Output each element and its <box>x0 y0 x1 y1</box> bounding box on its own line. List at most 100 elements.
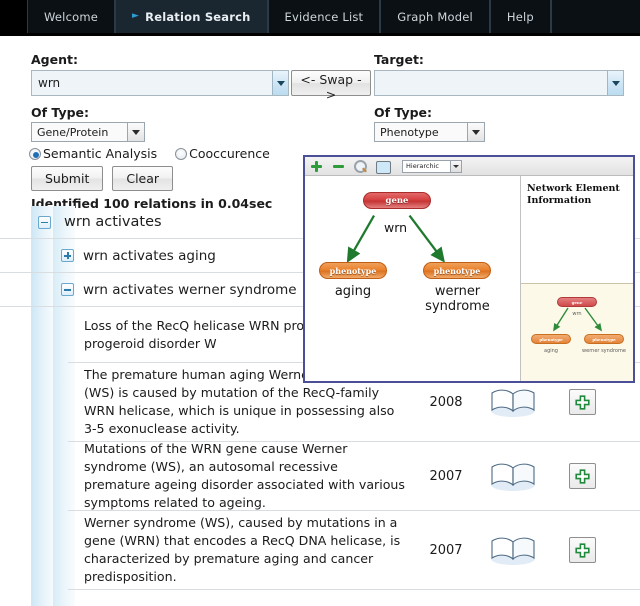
graph-minimap[interactable]: gene wrn phenotype aging phenotype werne… <box>521 283 633 381</box>
main-navigation: Welcome ► Relation Search Evidence List … <box>0 0 640 33</box>
tab-evidence-list-label: Evidence List <box>285 10 364 24</box>
minimap-node-gene: gene <box>557 297 597 307</box>
minimap-node-gene-badge: gene <box>572 300 583 305</box>
application-root: Welcome ► Relation Search Evidence List … <box>0 0 640 606</box>
layout-select-value: Hierarchic <box>406 162 439 170</box>
layout-select[interactable]: Hierarchic <box>402 160 462 173</box>
fit-to-window-icon[interactable] <box>376 160 389 173</box>
minimap-node-aging: phenotype <box>531 334 571 344</box>
target-of-type-label: Of Type: <box>374 105 432 120</box>
table-row[interactable]: Werner syndrome (WS), caused by mutation… <box>68 511 640 590</box>
green-plus-icon <box>575 543 590 558</box>
agent-input[interactable]: wrn <box>32 71 272 95</box>
evidence-text: Werner syndrome (WS), caused by mutation… <box>68 514 418 586</box>
tab-welcome-label: Welcome <box>44 10 98 24</box>
target-dropdown-arrow-icon[interactable] <box>607 71 623 95</box>
analysis-mode-group: Semantic Analysis Cooccurence <box>29 146 270 161</box>
radio-cooccurence-label: Cooccurence <box>189 146 270 161</box>
network-element-info-body <box>521 207 633 283</box>
add-evidence-cell <box>552 463 612 489</box>
tab-relation-search[interactable]: ► Relation Search <box>115 0 268 33</box>
graph-canvas[interactable]: gene wrn phenotype aging phenotype werne… <box>305 176 521 381</box>
open-book-icon[interactable] <box>474 459 552 493</box>
add-evidence-button[interactable] <box>569 463 596 489</box>
evidence-year: 2007 <box>418 543 474 558</box>
add-evidence-cell <box>552 389 612 415</box>
agent-label: Agent: <box>31 52 78 67</box>
graph-body: gene wrn phenotype aging phenotype werne… <box>305 176 633 381</box>
tab-evidence-list[interactable]: Evidence List <box>268 0 381 33</box>
network-element-info-panel: Network Element Information gene <box>521 176 633 381</box>
tree-node-level0-label: wrn activates <box>64 214 162 230</box>
agent-of-type-label: Of Type: <box>31 105 89 120</box>
tab-graph-model-label: Graph Model <box>397 10 473 24</box>
radio-semantic-analysis-dot-icon <box>29 148 41 160</box>
graph-edge-label: wrn <box>384 220 407 235</box>
target-combobox[interactable] <box>374 70 624 96</box>
active-tab-marker-icon: ► <box>132 12 139 21</box>
graph-node-phenotype-aging[interactable]: phenotype <box>319 262 387 279</box>
submit-button[interactable]: Submit <box>31 166 103 191</box>
agent-type-select[interactable]: Gene/Protein <box>31 122 145 142</box>
collapse-toggle-icon[interactable] <box>61 283 74 296</box>
green-plus-icon <box>575 395 590 410</box>
collapse-toggle-icon[interactable] <box>38 216 51 229</box>
nav-right-filler <box>551 0 640 33</box>
agent-combobox[interactable]: wrn <box>31 70 289 96</box>
clear-button[interactable]: Clear <box>112 166 173 191</box>
minimap-edge-label: wrn <box>563 311 591 317</box>
add-evidence-button[interactable] <box>569 537 596 563</box>
evidence-year: 2007 <box>418 469 474 484</box>
radio-cooccurence-dot-icon <box>175 148 187 160</box>
tab-welcome[interactable]: Welcome <box>27 0 115 33</box>
target-type-chevron-down-icon[interactable] <box>467 123 484 141</box>
nav-bottom-divider <box>0 33 640 36</box>
graph-node-werner-caption: werner syndrome <box>405 284 510 314</box>
layout-select-chevron-down-icon[interactable] <box>450 161 461 172</box>
agent-dropdown-arrow-icon[interactable] <box>272 71 288 95</box>
nav-left-spacer <box>0 0 27 33</box>
minimap-node-aging-badge: phenotype <box>539 337 562 342</box>
radio-cooccurence[interactable]: Cooccurence <box>175 146 270 161</box>
radio-semantic-analysis[interactable]: Semantic Analysis <box>29 146 157 161</box>
evidence-text: Mutations of the WRN gene cause Werner s… <box>68 440 418 512</box>
green-plus-icon <box>575 469 590 484</box>
target-type-select[interactable]: Phenotype <box>374 122 485 142</box>
radio-semantic-analysis-label: Semantic Analysis <box>43 146 157 161</box>
network-element-info-title: Network Element Information <box>521 176 633 207</box>
graph-node-phenotype-werner[interactable]: phenotype <box>423 262 491 279</box>
target-label: Target: <box>374 52 424 67</box>
target-type-value: Phenotype <box>375 123 467 141</box>
graph-toolbar: Hierarchic <box>305 157 633 176</box>
tree-node-werner-syndrome-label: wrn activates werner syndrome <box>83 282 297 298</box>
zoom-in-icon[interactable] <box>310 160 323 173</box>
form-actions: Submit Clear <box>31 166 173 191</box>
target-input[interactable] <box>375 71 607 95</box>
tab-graph-model[interactable]: Graph Model <box>380 0 490 33</box>
add-evidence-button[interactable] <box>569 389 596 415</box>
graph-node-gene[interactable]: gene <box>363 192 431 209</box>
graph-node-gene-badge: gene <box>386 196 409 206</box>
expand-toggle-icon[interactable] <box>61 249 74 262</box>
graph-viewer-panel: Hierarchic gene wrn <box>303 155 635 383</box>
swap-button[interactable]: <- Swap -> <box>291 70 371 96</box>
tree-node-aging-label: wrn activates aging <box>83 248 216 264</box>
graph-node-phenotype-werner-badge: phenotype <box>434 266 481 276</box>
tab-help[interactable]: Help <box>490 0 551 33</box>
open-book-icon[interactable] <box>474 385 552 419</box>
evidence-year: 2008 <box>418 395 474 410</box>
minimap-caption-aging: aging <box>531 348 571 354</box>
graph-node-aging-caption: aging <box>319 284 387 299</box>
minimap-caption-werner: werner syndrome <box>579 348 629 354</box>
minimap-node-werner: phenotype <box>584 334 624 344</box>
agent-type-value: Gene/Protein <box>32 123 127 141</box>
zoom-out-icon[interactable] <box>332 160 345 173</box>
magnifier-icon[interactable] <box>354 160 367 173</box>
agent-type-chevron-down-icon[interactable] <box>127 123 144 141</box>
table-row[interactable]: Mutations of the WRN gene cause Werner s… <box>68 442 640 511</box>
tab-help-label: Help <box>507 10 534 24</box>
add-evidence-cell <box>552 537 612 563</box>
minimap-node-werner-badge: phenotype <box>592 337 615 342</box>
tab-relation-search-label: Relation Search <box>145 10 250 24</box>
open-book-icon[interactable] <box>474 533 552 567</box>
